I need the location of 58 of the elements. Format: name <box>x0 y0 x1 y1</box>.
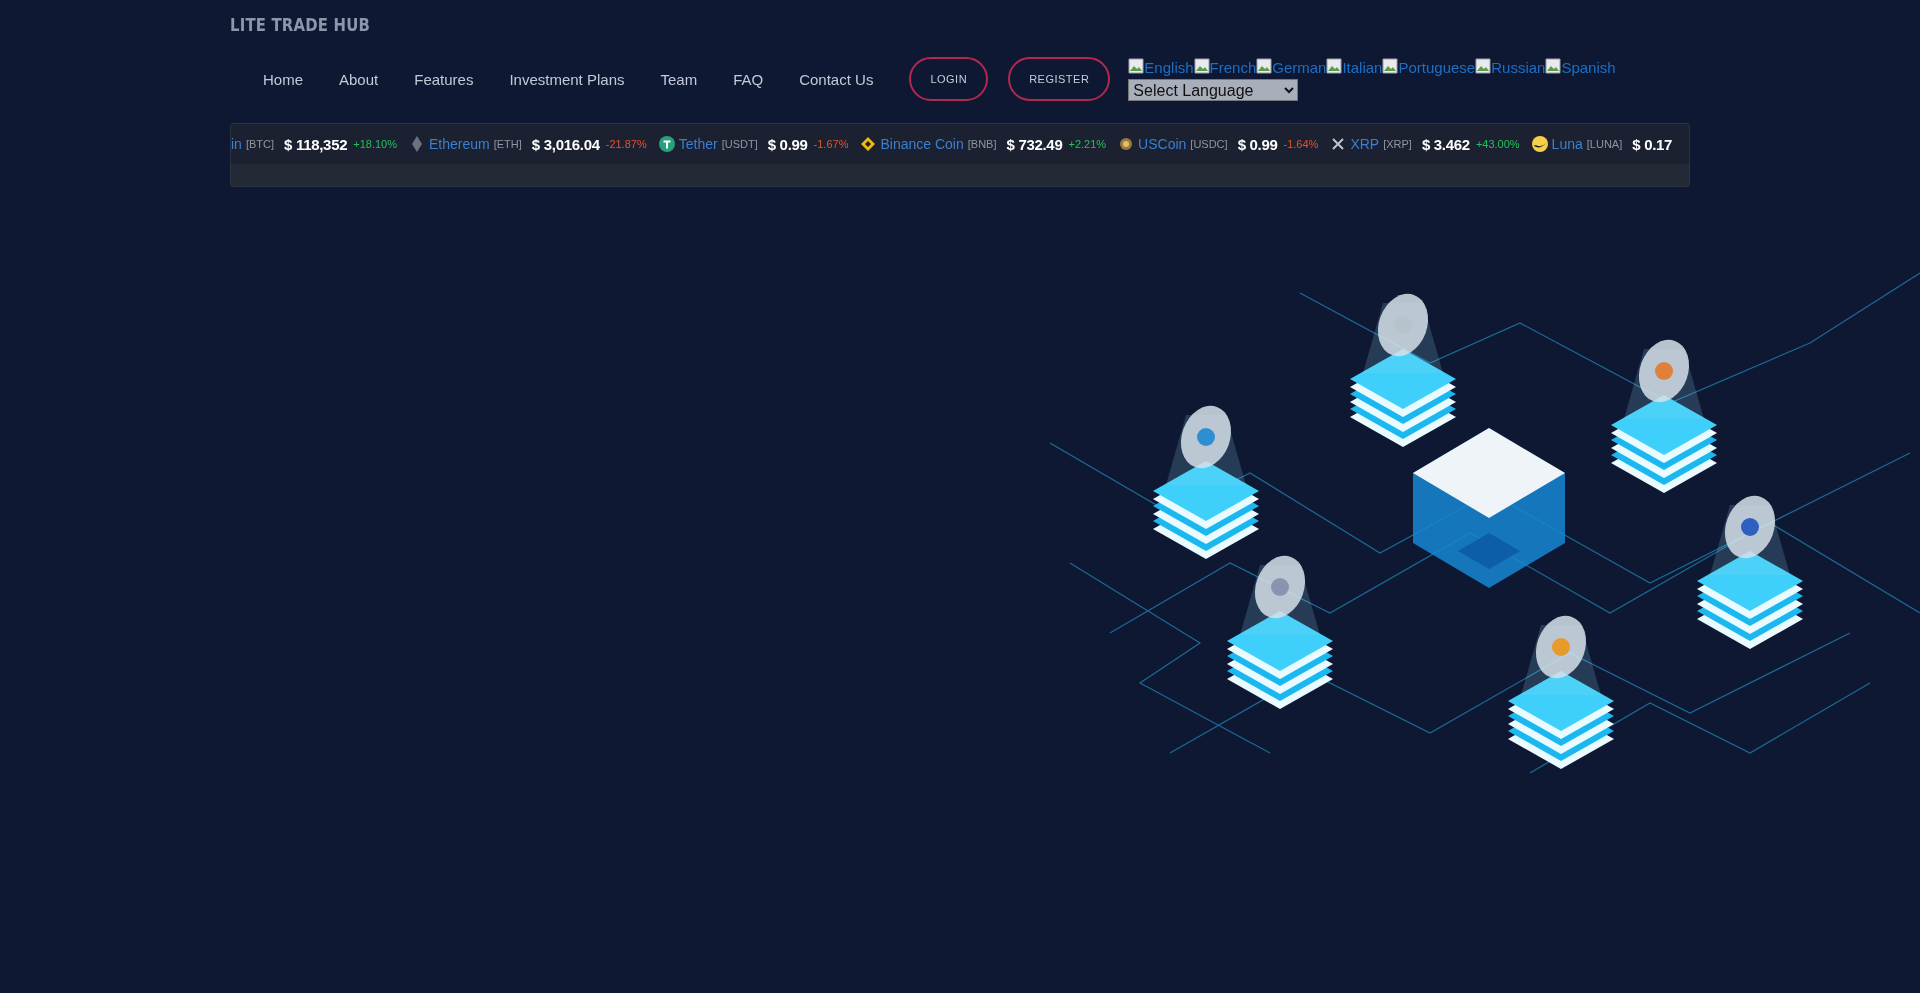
nav-link[interactable]: About <box>339 70 379 88</box>
broken-image-icon <box>1193 58 1210 74</box>
coin-symbol: [USDC] <box>1190 138 1228 150</box>
coin-name[interactable]: Binance Coin <box>880 136 964 152</box>
moon-icon <box>1531 136 1548 152</box>
nav-link[interactable]: Contact Us <box>799 70 874 88</box>
broken-image-icon <box>1128 58 1145 74</box>
nav-link[interactable]: Home <box>263 70 303 88</box>
coin-symbol: [LUNA] <box>1586 138 1623 150</box>
language-link[interactable]: English <box>1128 58 1194 76</box>
coin-name[interactable]: XRP <box>1350 136 1380 152</box>
x-icon <box>1330 136 1347 152</box>
coin-price: $ 3,016.04 <box>531 135 600 153</box>
broken-image-icon <box>1382 58 1399 74</box>
coin-symbol: [BNB] <box>967 138 997 150</box>
coin-symbol: [BTC] <box>245 138 275 150</box>
language-link[interactable]: German <box>1256 58 1327 76</box>
diamond-icon <box>409 136 425 152</box>
coin-name[interactable]: Ethereum <box>429 136 490 152</box>
language-select[interactable]: Select Language <box>1128 79 1299 101</box>
coin-name[interactable]: USCoin <box>1138 136 1187 152</box>
coin-price: $ 0.17 <box>1632 135 1673 153</box>
language-link[interactable]: Russian <box>1475 58 1546 76</box>
nav-link[interactable]: Investment Plans <box>509 70 625 88</box>
language-link[interactable]: Portuguese <box>1382 58 1476 76</box>
broken-image-icon <box>1256 58 1273 74</box>
login-button[interactable]: LOGIN <box>909 57 989 101</box>
price-change: +43.00% <box>1475 138 1520 150</box>
price-change: +2.21% <box>1068 138 1107 150</box>
register-button[interactable]: REGISTER <box>1008 57 1111 101</box>
price-change: +18.10% <box>353 138 397 150</box>
coin-symbol: [ETH] <box>493 138 522 150</box>
coin-price: $ 3.462 <box>1421 135 1470 153</box>
site-logo[interactable]: LITE TRADE HUB <box>230 14 1574 35</box>
nav-link[interactable]: Team <box>660 70 698 88</box>
coin-symbol: [XRP] <box>1383 138 1412 150</box>
diamond-icon <box>860 136 877 152</box>
coin-icon <box>1118 136 1135 152</box>
coin-price: $ 0.99 <box>767 135 808 153</box>
coin-symbol: [USDT] <box>721 138 758 150</box>
coin-name[interactable]: Luna <box>1551 136 1583 152</box>
broken-image-icon <box>1326 58 1343 74</box>
coin-name[interactable]: in <box>231 136 242 152</box>
price-change: -1.67% <box>813 138 849 150</box>
coin-price: $ 118,352 <box>284 135 348 153</box>
broken-image-icon <box>1475 58 1492 74</box>
broken-image-icon <box>1545 58 1562 74</box>
nav-link[interactable]: Features <box>414 70 474 88</box>
language-link[interactable]: French <box>1193 58 1257 76</box>
language-link[interactable]: Italian <box>1326 58 1383 76</box>
coin-price: $ 732.49 <box>1006 135 1063 153</box>
coin-name[interactable]: Tether <box>678 136 718 152</box>
language-link[interactable]: Spanish <box>1545 58 1616 76</box>
price-change: -1.64% <box>1283 138 1319 150</box>
coin-icon <box>658 136 675 152</box>
nav-link[interactable]: FAQ <box>733 70 764 88</box>
coin-price: $ 0.99 <box>1237 135 1278 153</box>
price-change: -21.87% <box>605 138 647 150</box>
